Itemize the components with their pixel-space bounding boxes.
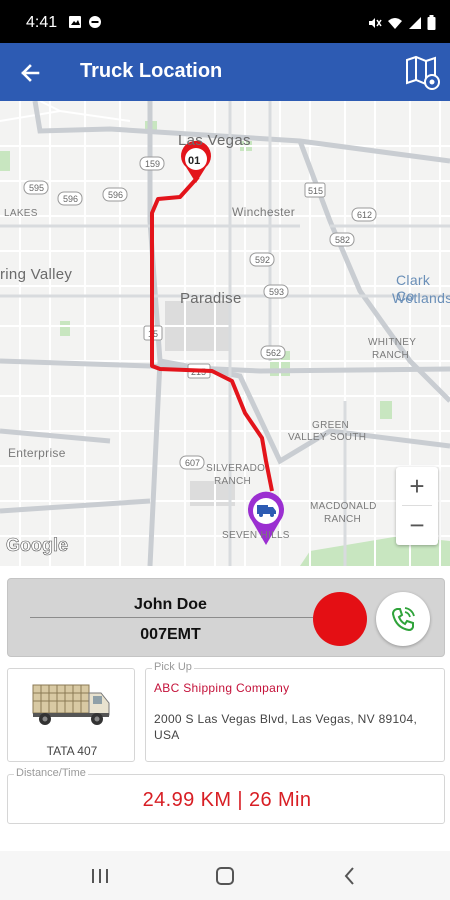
road-607-label: 607 [185, 458, 200, 468]
home-button[interactable] [213, 865, 237, 887]
map-label-green: GREEN [312, 420, 350, 431]
pickup-card: Pick Up ABC Shipping Company 2000 S Las … [145, 661, 445, 762]
wifi-icon [388, 17, 402, 29]
mute-icon [369, 17, 382, 28]
driver-card: John Doe 007EMT [7, 578, 445, 657]
back-icon [344, 867, 354, 885]
map-label-macdonald: MACDONALD [310, 501, 377, 512]
road-582-label: 582 [335, 235, 350, 245]
road-515-label: 515 [308, 186, 323, 196]
zoom-in-button[interactable]: + [396, 467, 438, 505]
battery-icon [427, 15, 436, 30]
zoom-out-button[interactable]: − [396, 506, 438, 544]
back-button[interactable] [14, 57, 46, 89]
map-label-las-vegas: Las Vegas [178, 132, 251, 149]
map-label-spring-valley: ring Valley [0, 266, 73, 283]
zoom-controls: + − [396, 467, 438, 545]
image-icon [69, 16, 81, 28]
map-label-macdonald-ranch: RANCH [324, 514, 362, 525]
home-icon [216, 867, 234, 885]
map-label-lakes: LAKES [4, 208, 38, 219]
system-nav-bar [0, 851, 450, 900]
map-view[interactable]: 159 595 596 596 515 612 592 582 593 15 2… [0, 101, 450, 566]
truck-image [32, 684, 110, 725]
status-bar: 4:41 [0, 0, 450, 43]
app-bar: Truck Location [0, 43, 450, 101]
minus-circle-icon [89, 16, 101, 28]
road-612-label: 612 [357, 210, 372, 220]
vehicle-card: TATA 407 [7, 668, 135, 762]
pickup-address: 2000 S Las Vegas Blvd, Las Vegas, NV 891… [154, 712, 418, 742]
map-label-paradise: Paradise [180, 290, 242, 307]
nav-back-button[interactable] [338, 865, 362, 887]
start-marker-label: 01 [188, 155, 200, 167]
page-title: Truck Location [80, 60, 223, 82]
road-596b-label: 596 [108, 190, 123, 200]
map-label-winchester: Winchester [232, 205, 296, 219]
pickup-legend: Pick Up [152, 661, 194, 673]
distance-card: Distance/Time 24.99 KM | 26 Min [7, 767, 445, 824]
driver-status-indicator [313, 592, 367, 646]
recent-apps-icon [92, 869, 108, 883]
call-driver-button[interactable] [376, 592, 430, 646]
map-label-silverado-ranch: RANCH [214, 476, 252, 487]
driver-code: 007EMT [140, 626, 201, 643]
road-596a-label: 596 [63, 194, 78, 204]
divider [30, 617, 313, 618]
map-label-whitney-ranch: RANCH [372, 350, 410, 361]
google-logo: Google [6, 535, 69, 556]
map-canvas: 159 595 596 596 515 612 592 582 593 15 2… [0, 101, 450, 566]
road-593-label: 593 [269, 287, 284, 297]
driver-name: John Doe [134, 596, 207, 613]
map-label-valley-south: VALLEY SOUTH [288, 432, 367, 443]
pickup-company: ABC Shipping Company [154, 681, 290, 695]
map-label-enterprise: Enterprise [8, 446, 66, 460]
signal-icon [409, 16, 421, 29]
map-settings-button[interactable] [404, 53, 442, 91]
recent-apps-button[interactable] [88, 865, 112, 887]
map-label-whitney: WHITNEY [368, 337, 417, 348]
map-label-silverado: SILVERADO [206, 463, 266, 474]
vehicle-name: TATA 407 [46, 744, 98, 758]
map-label-wetlands: Wetlands [392, 290, 450, 306]
road-562-label: 562 [266, 348, 281, 358]
road-159-label: 159 [145, 159, 160, 169]
distance-time-value: 24.99 KM | 26 Min [142, 789, 312, 811]
distance-legend: Distance/Time [14, 767, 88, 779]
arrow-left-icon [21, 64, 40, 82]
road-595-label: 595 [29, 183, 44, 193]
phone-icon [391, 607, 415, 632]
map-label-seven-hills: SEVEN HILLS [222, 530, 290, 541]
map-settings-icon [406, 55, 440, 90]
status-time: 4:41 [26, 14, 58, 31]
road-592-label: 592 [255, 255, 270, 265]
